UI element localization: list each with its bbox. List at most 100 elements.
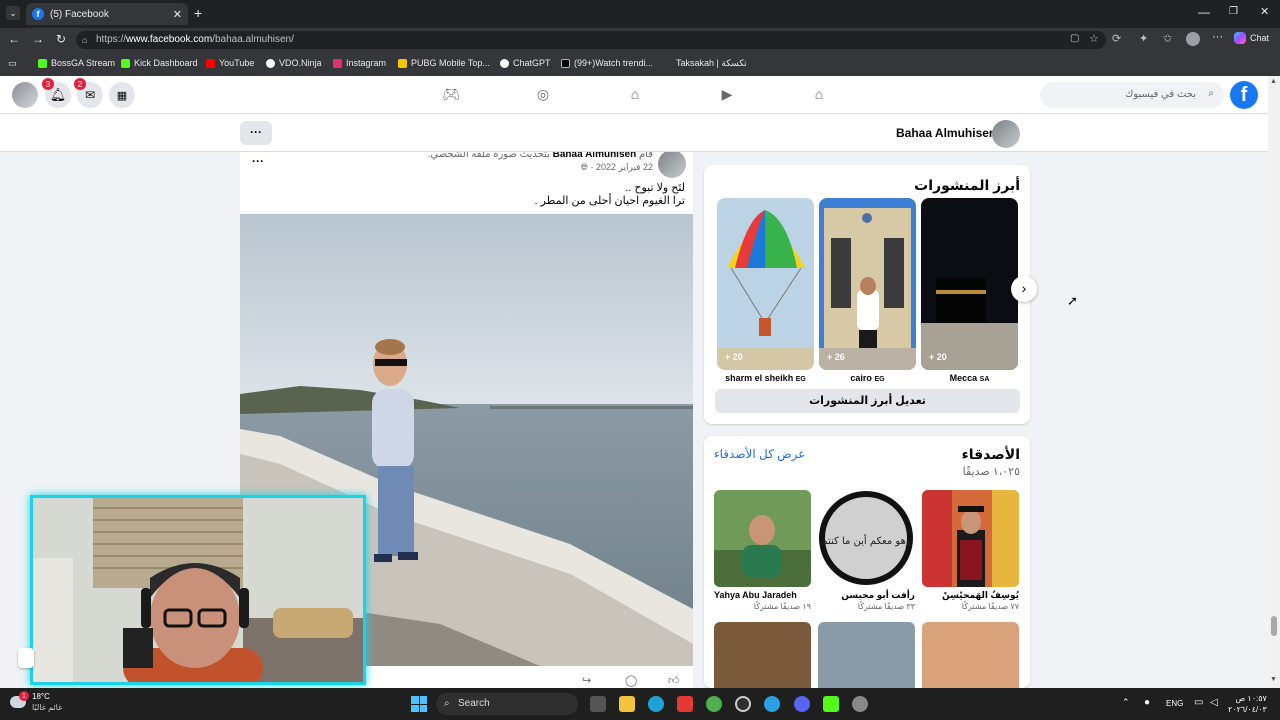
puzzle-icon[interactable]: ✦ — [1139, 32, 1148, 45]
home-nav-icon[interactable]: ⌂ — [810, 85, 828, 103]
taskbar-search[interactable]: ⌕ Search — [436, 693, 578, 715]
kick-app-icon[interactable] — [823, 696, 839, 712]
highlight-mecca[interactable]: + 20 — [921, 198, 1018, 370]
friends-title: الأصدقاء — [961, 446, 1020, 462]
tab-list-button[interactable]: ⌄ — [6, 6, 20, 20]
friend-photo-5[interactable] — [818, 622, 915, 688]
bookmark-pubg[interactable]: PUBG Mobile Top... — [398, 58, 490, 68]
gaming-nav-icon[interactable]: 🎮︎ — [442, 85, 460, 103]
tray-chevron-icon[interactable]: ⌃ — [1122, 697, 1130, 708]
page-scrollbar[interactable]: ▲ ▼ — [1268, 76, 1280, 688]
bookmark-taksakah[interactable]: Taksakah | تكسكة — [676, 58, 747, 69]
post-action-text: بتحديث صورة ملفه الشخصي. — [427, 152, 550, 160]
profile-name[interactable]: Bahaa Almuhisen — [896, 126, 996, 140]
settings-gear-icon[interactable] — [852, 696, 868, 712]
start-button[interactable] — [411, 696, 427, 712]
post-author-name[interactable]: Bahaa Almuhisen — [553, 152, 637, 160]
friend-photo-6[interactable] — [922, 622, 1019, 688]
friend-photo-yahya[interactable] — [714, 490, 811, 587]
task-view-icon[interactable] — [590, 696, 606, 712]
scrollbar-up-icon[interactable]: ▲ — [1270, 78, 1277, 85]
friend-name-yahya[interactable]: Yahya Abu Jaradeh — [714, 590, 797, 600]
bookmark-label: (99+)Watch trendi... — [574, 58, 653, 68]
account-avatar[interactable] — [12, 82, 38, 108]
restore-button[interactable]: ❐ — [1229, 6, 1238, 17]
extensions-icon[interactable]: ⟳ — [1112, 32, 1121, 45]
friend-photo-4[interactable] — [714, 622, 811, 688]
chrome-icon[interactable] — [706, 696, 722, 712]
bookmark-tiktok[interactable]: (99+)Watch trendi... — [561, 58, 653, 68]
highlight-place: cairo — [850, 373, 872, 383]
bookmark-instagram[interactable]: Instagram — [333, 58, 386, 68]
country-code: SA — [979, 376, 990, 383]
telegram-icon[interactable] — [764, 696, 780, 712]
highlights-next-button[interactable]: › — [1011, 276, 1037, 302]
post-author-avatar[interactable] — [658, 152, 686, 178]
highlight-label-cairo: cairo EG — [819, 373, 916, 383]
like-icon[interactable]: 👍︎ — [668, 674, 680, 687]
messenger-badge: 2 — [74, 78, 86, 90]
facebook-search-input[interactable]: بحث في فيسبوك ⌕ — [1040, 82, 1224, 108]
language-indicator[interactable]: ENG — [1166, 699, 1183, 708]
new-tab-button[interactable]: + — [194, 5, 202, 21]
tab-close-icon[interactable]: ✕ — [173, 8, 182, 21]
display-icon[interactable]: ▭ — [1194, 697, 1203, 708]
edge-icon[interactable] — [648, 696, 664, 712]
edit-featured-button[interactable]: تعديل أبرز المنشورات — [715, 389, 1020, 413]
menu-dots-icon[interactable]: ··· — [1212, 31, 1223, 43]
highlight-count: + 26 — [827, 352, 845, 362]
tab-facebook[interactable]: f (5) Facebook ✕ — [26, 3, 188, 25]
post-verb: قام — [638, 152, 653, 160]
profile-avatar[interactable] — [992, 120, 1020, 148]
friend-name-yousef[interactable]: يُوسِفُ الهَمحيْسِنْ — [922, 590, 1019, 601]
post-date[interactable]: 22 فبراير 2022 · 🌐︎ — [581, 162, 653, 173]
video-nav-icon[interactable]: ▶ — [718, 85, 736, 103]
share-icon[interactable]: ↪ — [582, 674, 591, 687]
speaker-icon[interactable]: ◁ — [1210, 697, 1218, 708]
back-arrow-icon[interactable]: ← — [8, 32, 20, 46]
marketplace-nav-icon[interactable]: ⌂ — [626, 85, 644, 103]
highlight-cairo[interactable]: + 26 — [819, 198, 916, 370]
forward-arrow-icon[interactable]: → — [32, 32, 44, 46]
obs-icon[interactable] — [735, 696, 751, 712]
bookmark-bossga[interactable]: BossGA Stream — [38, 58, 115, 68]
instagram-icon — [333, 58, 342, 68]
split-screen-icon[interactable]: ▢ — [1070, 33, 1079, 44]
close-window-button[interactable]: ✕ — [1260, 5, 1269, 18]
side-tool-icon[interactable] — [18, 648, 34, 668]
profile-avatar-icon[interactable] — [1186, 32, 1200, 46]
favorite-star-icon[interactable]: ☆ — [1089, 32, 1099, 45]
friend-photo-raafat[interactable]: وهو معكم أين ما كنتم — [818, 490, 915, 587]
scrollbar-thumb[interactable] — [1271, 616, 1277, 636]
scrollbar-down-icon[interactable]: ▼ — [1270, 676, 1277, 683]
facebook-logo-icon[interactable]: f — [1230, 81, 1258, 109]
clock[interactable]: ١٠:٥٧ ص ٢٠٢٦/٠٤/٠٣ — [1228, 693, 1267, 715]
favorites-icon[interactable]: ✩ — [1163, 32, 1172, 45]
url-field[interactable]: ⌂ https://www.facebook.com/bahaa.almuhis… — [76, 31, 1106, 49]
friend-name-raafat[interactable]: رأفت أبو محيسن — [818, 590, 915, 601]
bookmark-youtube[interactable]: YouTube — [206, 58, 254, 68]
highlight-label-mecca: Mecca SA — [921, 373, 1018, 383]
weather-widget[interactable]: 18°C غائم غالبًا — [10, 691, 62, 713]
comment-icon[interactable]: ◯ — [625, 674, 637, 687]
groups-nav-icon[interactable]: ◎ — [534, 85, 552, 103]
bookmark-vdo-ninja[interactable]: VDO.Ninja — [266, 58, 322, 68]
menu-grid-button[interactable]: ▦ — [109, 82, 135, 108]
minimize-button[interactable]: — — [1198, 5, 1210, 19]
highlight-sharm[interactable]: + 20 — [717, 198, 814, 370]
profile-more-button[interactable]: ··· — [240, 121, 272, 145]
app-red-icon[interactable] — [677, 696, 693, 712]
see-all-friends-link[interactable]: عرض كل الأصدقاء — [714, 447, 805, 461]
reading-view-icon[interactable]: ▭ — [8, 58, 17, 69]
copilot-chat-button[interactable]: Chat — [1234, 32, 1269, 44]
post-options-button[interactable]: ··· — [252, 154, 264, 168]
bookmark-chatgpt[interactable]: ChatGPT — [500, 58, 551, 68]
bookmark-label: VDO.Ninja — [279, 58, 322, 68]
friend-photo-yousef[interactable] — [922, 490, 1019, 587]
webcam-feed-image — [33, 498, 363, 682]
discord-icon[interactable] — [794, 696, 810, 712]
microphone-icon[interactable]: ● — [1144, 697, 1150, 708]
bookmark-kick-dashboard[interactable]: Kick Dashboard — [121, 58, 198, 68]
file-explorer-icon[interactable] — [619, 696, 635, 712]
refresh-icon[interactable]: ↻ — [56, 32, 66, 46]
